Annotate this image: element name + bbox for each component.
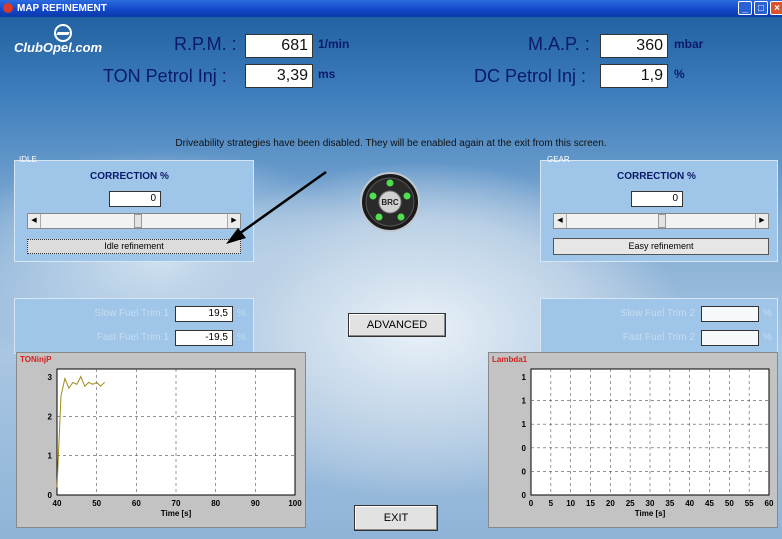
y-tick-label: 1 xyxy=(522,397,527,406)
x-tick-label: 90 xyxy=(251,499,260,508)
rpm-unit: 1/min xyxy=(318,37,350,51)
ton-unit: ms xyxy=(318,67,336,81)
x-axis-label: Time [s] xyxy=(161,509,192,518)
fast-fuel-trim-2-value xyxy=(701,330,759,346)
x-axis-label: Time [s] xyxy=(635,509,666,518)
dc-label: DC Petrol Inj : xyxy=(474,66,587,86)
y-tick-label: 0 xyxy=(48,491,53,500)
map-label: M.A.P. : xyxy=(528,34,590,54)
slow-fuel-trim-2-label: Slow Fuel Trim 2 xyxy=(620,308,695,319)
map-value: 360 xyxy=(600,34,668,58)
fast-fuel-trim-1-unit: % xyxy=(237,332,246,343)
y-tick-label: 0 xyxy=(522,467,527,476)
ton-label: TON Petrol Inj : xyxy=(103,66,227,86)
gear-slider-thumb[interactable] xyxy=(658,214,666,228)
driveability-notice: Driveability strategies have been disabl… xyxy=(175,138,607,149)
left-trim-panel: Slow Fuel Trim 1 19,5 % Fast Fuel Trim 1… xyxy=(14,298,254,354)
idle-refinement-button[interactable]: Idle refinement xyxy=(27,239,241,254)
advanced-button[interactable]: ADVANCED xyxy=(348,313,446,337)
idle-panel-title: IDLE xyxy=(19,155,37,164)
x-tick-label: 10 xyxy=(566,499,575,508)
slow-fuel-trim-1-label: Slow Fuel Trim 1 xyxy=(94,308,169,319)
y-tick-label: 0 xyxy=(522,491,527,500)
y-tick-label: 3 xyxy=(48,373,53,382)
easy-refinement-button[interactable]: Easy refinement xyxy=(553,238,769,255)
y-tick-label: 2 xyxy=(48,412,53,421)
brc-logo: BRC xyxy=(360,172,420,232)
rpm-value: 681 xyxy=(245,34,313,58)
idle-correction-label: CORRECTION % xyxy=(90,171,169,182)
idle-correction-slider[interactable]: ◀ ▶ xyxy=(27,213,241,229)
close-button[interactable]: × xyxy=(770,1,782,15)
clubopel-logo: ClubOpel.com xyxy=(14,24,124,58)
y-tick-label: 1 xyxy=(522,420,527,429)
right-trim-panel: Slow Fuel Trim 2 % Fast Fuel Trim 2 % xyxy=(540,298,778,354)
x-tick-label: 80 xyxy=(211,499,220,508)
idle-slider-thumb[interactable] xyxy=(134,214,142,228)
idle-correction-value: 0 xyxy=(109,191,161,207)
x-tick-label: 100 xyxy=(288,499,302,508)
slow-fuel-trim-1-unit: % xyxy=(237,308,246,319)
minimize-button[interactable]: _ xyxy=(738,1,752,15)
idle-panel: IDLE CORRECTION % 0 ◀ ▶ Idle refinement xyxy=(14,155,254,262)
x-tick-label: 20 xyxy=(606,499,615,508)
x-tick-label: 30 xyxy=(646,499,655,508)
fast-fuel-trim-1-value: -19,5 xyxy=(175,330,233,346)
x-tick-label: 5 xyxy=(549,499,554,508)
brc-logo-text: BRC xyxy=(381,198,399,207)
title-bar[interactable]: MAP REFINEMENT _ □ × xyxy=(0,0,782,17)
slow-fuel-trim-2-unit: % xyxy=(763,308,772,319)
gear-panel: GEAR CORRECTION % 0 ◀ ▶ Easy refinement xyxy=(540,155,778,262)
gear-correction-slider[interactable]: ◀ ▶ xyxy=(553,213,769,229)
maximize-button[interactable]: □ xyxy=(754,1,768,15)
window-title: MAP REFINEMENT xyxy=(17,3,107,14)
lambda1-graph: Lambda1 0 5 10 15 20 25 30 35 40 45 50 55 60 1 1 1 0 0 0 Ti… xyxy=(488,352,778,528)
y-tick-label: 1 xyxy=(48,452,53,461)
annotation-arrow xyxy=(226,170,327,244)
x-tick-label: 25 xyxy=(626,499,635,508)
dc-unit: % xyxy=(674,67,685,81)
x-tick-label: 40 xyxy=(53,499,62,508)
slow-fuel-trim-2-value xyxy=(701,306,759,322)
x-tick-label: 35 xyxy=(665,499,674,508)
x-tick-label: 60 xyxy=(132,499,141,508)
slow-fuel-trim-1-value: 19,5 xyxy=(175,306,233,322)
app-icon xyxy=(3,3,13,13)
gear-correction-value: 0 xyxy=(631,191,683,207)
gear-panel-title: GEAR xyxy=(547,155,570,164)
x-tick-label: 45 xyxy=(705,499,714,508)
x-tick-label: 50 xyxy=(92,499,101,508)
fast-fuel-trim-2-unit: % xyxy=(763,332,772,343)
scroll-left-icon[interactable]: ◀ xyxy=(554,214,567,228)
x-tick-label: 70 xyxy=(172,499,181,508)
x-tick-label: 50 xyxy=(725,499,734,508)
scroll-left-icon[interactable]: ◀ xyxy=(28,214,41,228)
fast-fuel-trim-1-label: Fast Fuel Trim 1 xyxy=(96,332,169,343)
y-tick-label: 1 xyxy=(522,373,527,382)
x-tick-label: 0 xyxy=(529,499,534,508)
x-tick-label: 40 xyxy=(685,499,694,508)
map-refinement-window: MAP REFINEMENT _ □ × ClubOpel.com R.P.M.… xyxy=(0,0,782,539)
rpm-label: R.P.M. : xyxy=(174,34,237,54)
toninjp-graph: TONinjP 40 50 60 70 80 90 100 3 2 1 0 Time [s] xyxy=(16,352,306,528)
ton-value: 3,39 xyxy=(245,64,313,88)
lambda1-plot: 0 5 10 15 20 25 30 35 40 45 50 55 60111000Time [s] xyxy=(522,368,774,518)
x-tick-label: 60 xyxy=(765,499,774,508)
x-tick-label: 55 xyxy=(745,499,754,508)
map-unit: mbar xyxy=(674,37,704,51)
exit-button[interactable]: EXIT xyxy=(354,505,438,531)
toninjp-plot: 40 50 60 70 80 90 100 3 2 1 0 Time [s] xyxy=(48,368,302,518)
dc-value: 1,9 xyxy=(600,64,668,88)
x-tick-label: 15 xyxy=(586,499,595,508)
gear-correction-label: CORRECTION % xyxy=(617,171,696,182)
y-tick-label: 0 xyxy=(522,444,527,453)
scroll-right-icon[interactable]: ▶ xyxy=(755,214,768,228)
fast-fuel-trim-2-label: Fast Fuel Trim 2 xyxy=(622,332,695,343)
